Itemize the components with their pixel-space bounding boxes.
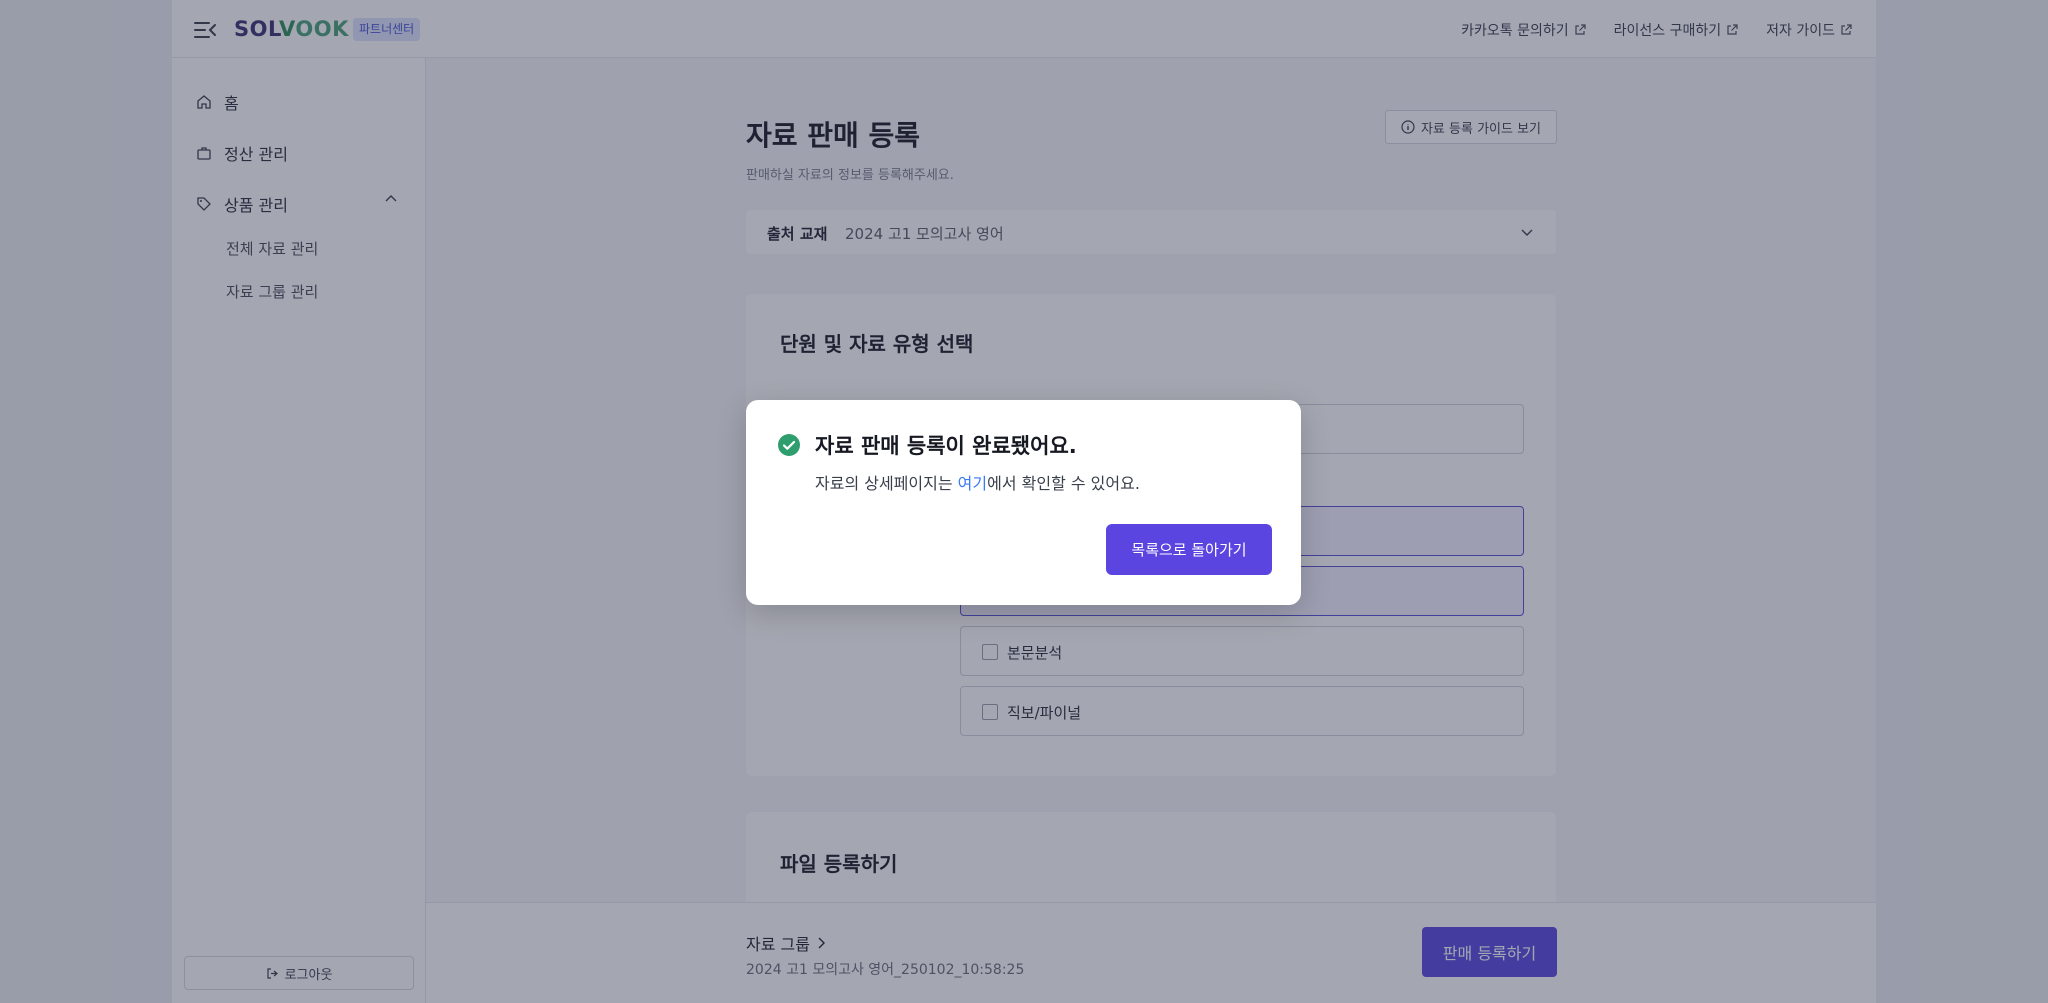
modal-body: 자료의 상세페이지는 여기에서 확인할 수 있어요. bbox=[815, 470, 1140, 494]
modal-title: 자료 판매 등록이 완료됐어요. bbox=[815, 434, 1077, 458]
detail-page-link[interactable]: 여기 bbox=[958, 474, 987, 493]
modal-body-prefix: 자료의 상세페이지는 bbox=[815, 474, 958, 493]
success-modal: 자료 판매 등록이 완료됐어요. 자료의 상세페이지는 여기에서 확인할 수 있… bbox=[746, 400, 1301, 605]
check-circle-icon bbox=[778, 434, 800, 456]
back-to-list-button[interactable]: 목록으로 돌아가기 bbox=[1106, 524, 1272, 575]
modal-body-suffix: 에서 확인할 수 있어요. bbox=[987, 474, 1140, 493]
